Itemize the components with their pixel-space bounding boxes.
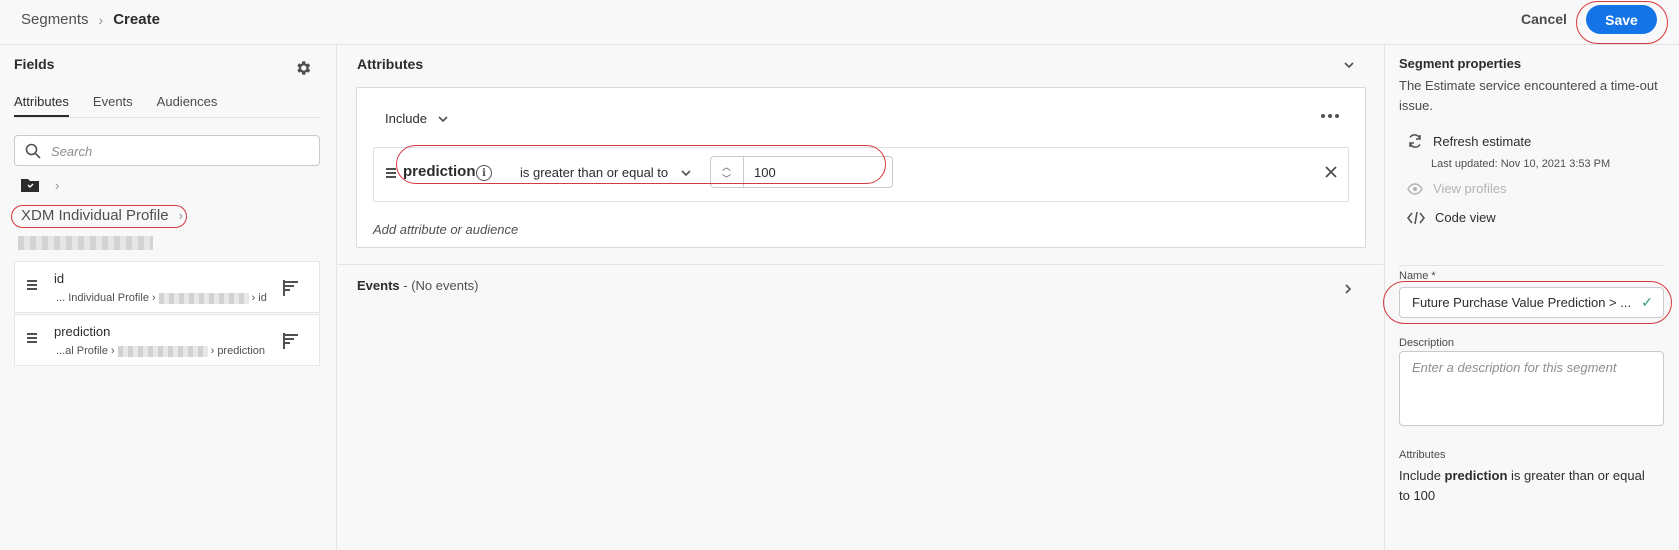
summary-attribute: prediction: [1444, 468, 1508, 483]
breadcrumb: Segments › Create: [21, 11, 160, 28]
fields-title: Fields: [14, 56, 55, 72]
refresh-icon: [1409, 134, 1421, 148]
last-updated-text: Last updated: Nov 10, 2021 3:53 PM: [1431, 158, 1611, 170]
page-title: Create: [113, 11, 160, 28]
chevron-right-icon: ›: [110, 345, 115, 357]
gear-icon[interactable]: [294, 59, 312, 77]
save-button[interactable]: Save: [1586, 5, 1657, 34]
drag-handle-icon[interactable]: [27, 280, 37, 292]
refresh-estimate-button[interactable]: Refresh estimate: [1407, 133, 1531, 149]
events-section-title[interactable]: Events - (No events): [357, 278, 478, 293]
properties-title: Segment properties: [1399, 56, 1522, 71]
chevron-right-icon[interactable]: ›: [55, 178, 59, 193]
field-path-suffix: id: [258, 292, 267, 304]
fields-tabs: Attributes Events Audiences: [14, 94, 217, 117]
rule-attribute[interactable]: prediction: [403, 163, 476, 180]
segment-name-value: Future Purchase Value Prediction > ...: [1412, 295, 1632, 310]
chevron-right-icon: ›: [210, 345, 215, 357]
estimate-error-message: The Estimate service encountered a time-…: [1399, 78, 1658, 113]
search-input[interactable]: Search: [14, 135, 320, 166]
field-item-id[interactable]: id ... Individual Profile › › id: [14, 261, 320, 313]
field-name: id: [54, 271, 65, 286]
include-label: Include: [385, 111, 427, 126]
chevron-right-icon: ›: [151, 292, 156, 304]
field-item-prediction[interactable]: prediction ...al Profile › › prediction: [14, 314, 320, 366]
info-icon[interactable]: i: [476, 165, 492, 181]
properties-divider: [1399, 265, 1665, 266]
field-path-suffix: prediction: [217, 345, 266, 357]
operator-label: is greater than or equal to: [520, 165, 669, 180]
code-view-button[interactable]: Code view: [1407, 210, 1496, 225]
events-label: Events: [357, 278, 400, 293]
rule-row: prediction i is greater than or equal to…: [373, 147, 1349, 202]
search-icon: [25, 143, 41, 159]
attributes-summary: Include prediction is greater than or eq…: [1399, 466, 1659, 506]
field-type-icon: [283, 333, 298, 349]
field-path-prefix: ...al Profile: [56, 345, 108, 357]
include-dropdown[interactable]: Include: [385, 111, 449, 126]
operator-dropdown[interactable]: is greater than or equal to: [520, 165, 692, 180]
attributes-section-title: Attributes: [357, 56, 424, 72]
chevron-down-icon[interactable]: ﹀: [722, 172, 731, 185]
eye-icon: [1407, 182, 1423, 195]
summary-include: Include: [1399, 468, 1441, 483]
value-stepper[interactable]: ︿ ﹀: [710, 156, 743, 188]
chevron-right-icon: ›: [251, 292, 256, 304]
view-profiles-button[interactable]: View profiles: [1407, 181, 1506, 196]
chevron-down-icon: [681, 169, 691, 176]
segment-properties-panel: Segment properties The Estimate service …: [1383, 45, 1679, 550]
field-type-icon: [283, 280, 298, 296]
field-path: ...al Profile › › prediction: [56, 345, 265, 357]
folder-icon[interactable]: [21, 178, 39, 192]
events-note: - (No events): [403, 278, 479, 293]
field-path-prefix: ... Individual Profile: [56, 292, 149, 304]
cancel-button[interactable]: Cancel: [1521, 11, 1567, 27]
schema-xdm-individual-profile[interactable]: XDM Individual Profile ›: [21, 207, 183, 224]
tab-events[interactable]: Events: [93, 94, 133, 117]
redacted-segment: [117, 345, 208, 357]
refresh-estimate-label: Refresh estimate: [1433, 133, 1532, 149]
search-placeholder: Search: [51, 144, 93, 159]
chevron-down-icon[interactable]: [1343, 59, 1355, 71]
chevron-right-icon: ›: [98, 11, 104, 28]
chevron-right-icon[interactable]: [1343, 283, 1353, 295]
tab-audiences[interactable]: Audiences: [157, 94, 218, 117]
top-bar: Segments › Create Cancel Save: [0, 0, 1679, 45]
redacted-path: [18, 236, 153, 250]
schema-label: XDM Individual Profile: [21, 207, 169, 224]
rule-value-input[interactable]: 100: [743, 156, 893, 188]
breadcrumb-segments-link[interactable]: Segments: [21, 11, 89, 28]
description-placeholder: Enter a description for this segment: [1412, 360, 1617, 375]
close-icon[interactable]: [1324, 165, 1338, 179]
field-path: ... Individual Profile › › id: [56, 292, 267, 304]
code-view-label: Code view: [1435, 210, 1496, 225]
section-divider: [338, 264, 1383, 265]
redacted-segment: [158, 292, 249, 304]
drag-handle-icon[interactable]: [386, 168, 396, 180]
segment-name-field[interactable]: Future Purchase Value Prediction > ... ✓: [1399, 287, 1664, 318]
description-label: Description: [1399, 337, 1455, 349]
drag-handle-icon[interactable]: [27, 333, 37, 345]
tabs-divider: [14, 117, 320, 118]
attributes-summary-label: Attributes: [1399, 449, 1446, 461]
chevron-down-icon: [438, 115, 448, 122]
tab-attributes[interactable]: Attributes: [14, 94, 69, 117]
attributes-container: Include prediction i is greater than or …: [356, 87, 1366, 248]
more-options-icon[interactable]: [1321, 114, 1339, 118]
description-field[interactable]: Enter a description for this segment: [1399, 351, 1664, 426]
add-attribute-dropzone[interactable]: Add attribute or audience: [373, 222, 518, 237]
segment-canvas: Attributes Include prediction i is great…: [338, 45, 1383, 550]
code-icon: [1407, 211, 1425, 224]
chevron-right-icon: ›: [178, 208, 183, 223]
checkmark-icon: ✓: [1641, 294, 1653, 310]
name-label: Name *: [1399, 270, 1436, 282]
fields-panel: Fields Attributes Events Audiences Searc…: [0, 45, 337, 550]
field-name: prediction: [54, 324, 111, 339]
view-profiles-label: View profiles: [1433, 181, 1507, 196]
